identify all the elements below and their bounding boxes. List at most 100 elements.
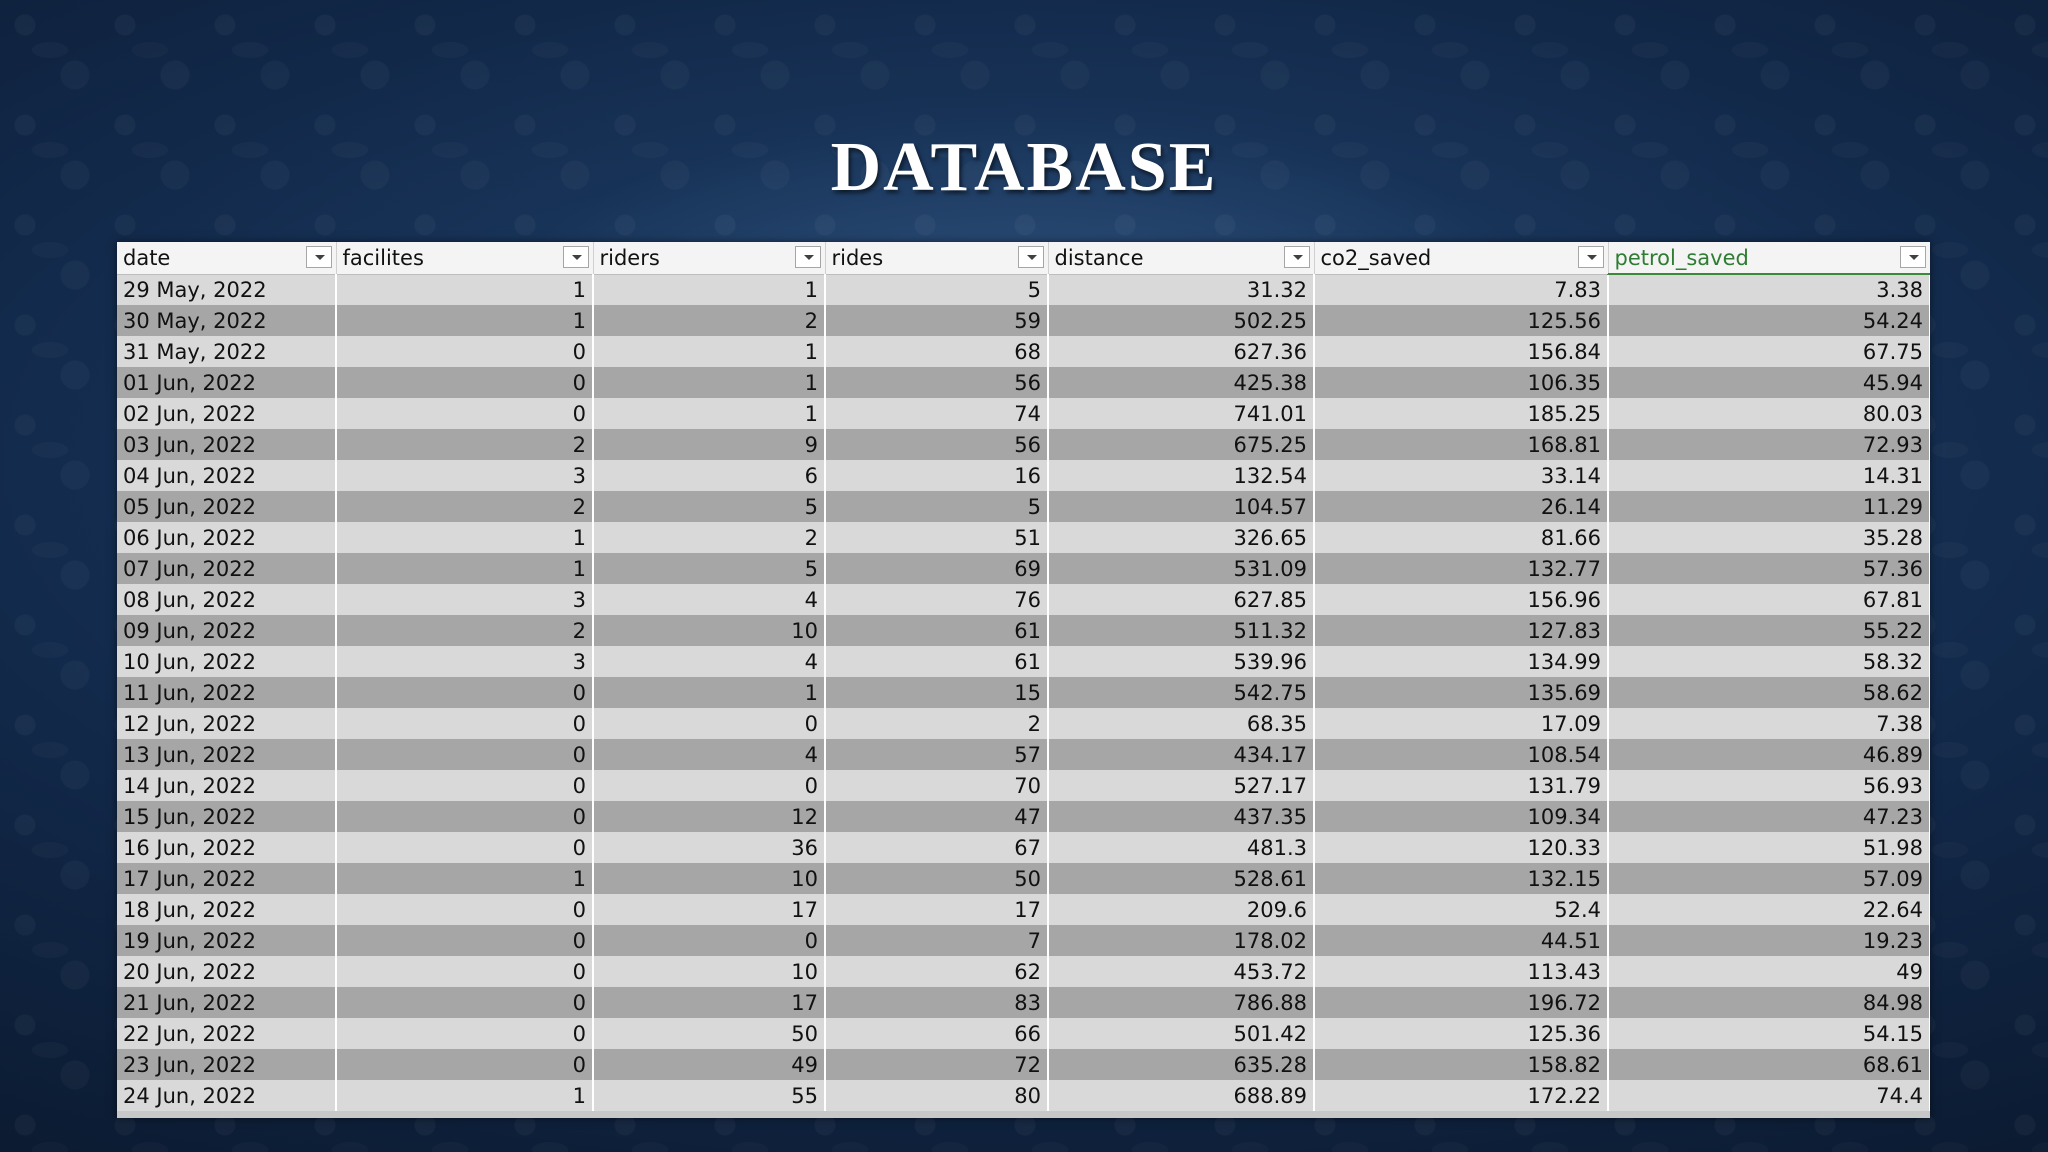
cell-co2-saved[interactable]: 33.14 [1314, 460, 1609, 491]
cell-co2-saved[interactable]: 196.72 [1314, 987, 1609, 1018]
cell-date[interactable]: 30 May, 2022 [117, 305, 337, 336]
cell-rides[interactable]: 59 [825, 305, 1049, 336]
cell-petrol-saved[interactable]: 7.38 [1608, 708, 1930, 739]
cell-facilites[interactable]: 0 [336, 367, 594, 398]
cell-distance[interactable]: 104.57 [1048, 491, 1315, 522]
cell-distance[interactable]: 741.01 [1048, 398, 1315, 429]
cell-petrol-saved[interactable]: 54.24 [1608, 305, 1930, 336]
cell-petrol-saved[interactable]: 67.81 [1608, 584, 1930, 615]
cell-date[interactable]: 31 May, 2022 [117, 336, 337, 367]
column-header-distance[interactable]: distance [1048, 242, 1315, 275]
cell-date[interactable]: 19 Jun, 2022 [117, 925, 337, 956]
cell-date[interactable]: 22 Jun, 2022 [117, 1018, 337, 1049]
cell-facilites[interactable]: 0 [336, 770, 594, 801]
cell-co2-saved[interactable]: 44.51 [1314, 925, 1609, 956]
cell-co2-saved[interactable]: 168.81 [1314, 429, 1609, 460]
cell-riders[interactable]: 0 [593, 925, 826, 956]
cell-rides[interactable]: 61 [825, 646, 1049, 677]
cell-date[interactable]: 13 Jun, 2022 [117, 739, 337, 770]
cell-petrol-saved[interactable]: 58.62 [1608, 677, 1930, 708]
cell-riders[interactable]: 2 [593, 305, 826, 336]
cell-facilites[interactable]: 0 [336, 925, 594, 956]
cell-riders[interactable]: 17 [593, 987, 826, 1018]
cell-rides[interactable]: 17 [825, 894, 1049, 925]
chevron-down-icon[interactable] [1017, 246, 1044, 268]
cell-riders[interactable]: 9 [593, 429, 826, 460]
cell-co2-saved[interactable]: 172.22 [1314, 1080, 1609, 1111]
cell-distance[interactable]: 31.32 [1048, 274, 1315, 305]
cell-rides[interactable]: 72 [825, 1049, 1049, 1080]
cell-rides[interactable]: 50 [825, 863, 1049, 894]
cell-petrol-saved[interactable]: 74.4 [1608, 1080, 1930, 1111]
cell-riders[interactable]: 49 [593, 1049, 826, 1080]
cell-petrol-saved[interactable]: 11.29 [1608, 491, 1930, 522]
cell-date[interactable]: 24 Jun, 2022 [117, 1080, 337, 1111]
cell-distance[interactable]: 528.61 [1048, 863, 1315, 894]
cell-co2-saved[interactable]: 185.25 [1314, 398, 1609, 429]
cell-facilites[interactable]: 3 [336, 584, 594, 615]
cell-co2-saved[interactable]: 125.36 [1314, 1018, 1609, 1049]
cell-date[interactable]: 05 Jun, 2022 [117, 491, 337, 522]
cell-co2-saved[interactable]: 158.82 [1314, 1049, 1609, 1080]
cell-rides[interactable]: 66 [825, 1018, 1049, 1049]
chevron-down-icon[interactable] [1577, 246, 1604, 268]
cell-facilites[interactable]: 0 [336, 956, 594, 987]
cell-co2-saved[interactable]: 127.83 [1314, 615, 1609, 646]
cell-facilites[interactable]: 1 [336, 553, 594, 584]
cell-date[interactable]: 16 Jun, 2022 [117, 832, 337, 863]
cell-facilites[interactable]: 1 [336, 274, 594, 305]
cell-riders[interactable]: 4 [593, 646, 826, 677]
cell-distance[interactable]: 132.54 [1048, 460, 1315, 491]
cell-date[interactable]: 20 Jun, 2022 [117, 956, 337, 987]
cell-date[interactable]: 02 Jun, 2022 [117, 398, 337, 429]
cell-co2-saved[interactable]: 17.09 [1314, 708, 1609, 739]
cell-riders[interactable]: 17 [593, 894, 826, 925]
cell-facilites[interactable]: 1 [336, 305, 594, 336]
cell-riders[interactable]: 10 [593, 956, 826, 987]
cell-co2-saved[interactable]: 131.79 [1314, 770, 1609, 801]
cell-facilites[interactable]: 0 [336, 987, 594, 1018]
cell-distance[interactable]: 511.32 [1048, 615, 1315, 646]
cell-riders[interactable]: 5 [593, 491, 826, 522]
cell-facilites[interactable]: 0 [336, 398, 594, 429]
cell-co2-saved[interactable]: 113.43 [1314, 956, 1609, 987]
cell-petrol-saved[interactable]: 47.23 [1608, 801, 1930, 832]
cell-rides[interactable]: 74 [825, 398, 1049, 429]
cell-petrol-saved[interactable]: 46.89 [1608, 739, 1930, 770]
cell-facilites[interactable]: 0 [336, 1049, 594, 1080]
column-header-co2-saved[interactable]: co2_saved [1314, 242, 1609, 275]
cell-facilites[interactable]: 1 [336, 1080, 594, 1111]
cell-riders[interactable]: 4 [593, 739, 826, 770]
cell-rides[interactable]: 15 [825, 677, 1049, 708]
cell-rides[interactable]: 80 [825, 1080, 1049, 1111]
chevron-down-icon[interactable] [305, 246, 332, 268]
cell-date[interactable]: 18 Jun, 2022 [117, 894, 337, 925]
cell-rides[interactable]: 56 [825, 429, 1049, 460]
cell-distance[interactable]: 68.35 [1048, 708, 1315, 739]
cell-riders[interactable]: 50 [593, 1018, 826, 1049]
cell-distance[interactable]: 627.85 [1048, 584, 1315, 615]
cell-rides[interactable]: 67 [825, 832, 1049, 863]
cell-distance[interactable]: 481.3 [1048, 832, 1315, 863]
cell-date[interactable]: 14 Jun, 2022 [117, 770, 337, 801]
cell-distance[interactable]: 502.25 [1048, 305, 1315, 336]
cell-riders[interactable]: 2 [593, 522, 826, 553]
cell-co2-saved[interactable]: 81.66 [1314, 522, 1609, 553]
cell-facilites[interactable]: 2 [336, 491, 594, 522]
cell-rides[interactable]: 5 [825, 274, 1049, 305]
chevron-down-icon[interactable] [1899, 246, 1926, 268]
cell-date[interactable]: 06 Jun, 2022 [117, 522, 337, 553]
cell-petrol-saved[interactable]: 55.22 [1608, 615, 1930, 646]
cell-rides[interactable]: 57 [825, 739, 1049, 770]
cell-co2-saved[interactable]: 109.34 [1314, 801, 1609, 832]
cell-co2-saved[interactable]: 125.56 [1314, 305, 1609, 336]
cell-distance[interactable]: 539.96 [1048, 646, 1315, 677]
cell-petrol-saved[interactable]: 19.23 [1608, 925, 1930, 956]
cell-rides[interactable]: 70 [825, 770, 1049, 801]
cell-petrol-saved[interactable]: 3.38 [1608, 274, 1930, 305]
cell-facilites[interactable]: 1 [336, 863, 594, 894]
cell-riders[interactable]: 12 [593, 801, 826, 832]
cell-distance[interactable]: 209.6 [1048, 894, 1315, 925]
cell-date[interactable]: 07 Jun, 2022 [117, 553, 337, 584]
cell-distance[interactable]: 178.02 [1048, 925, 1315, 956]
